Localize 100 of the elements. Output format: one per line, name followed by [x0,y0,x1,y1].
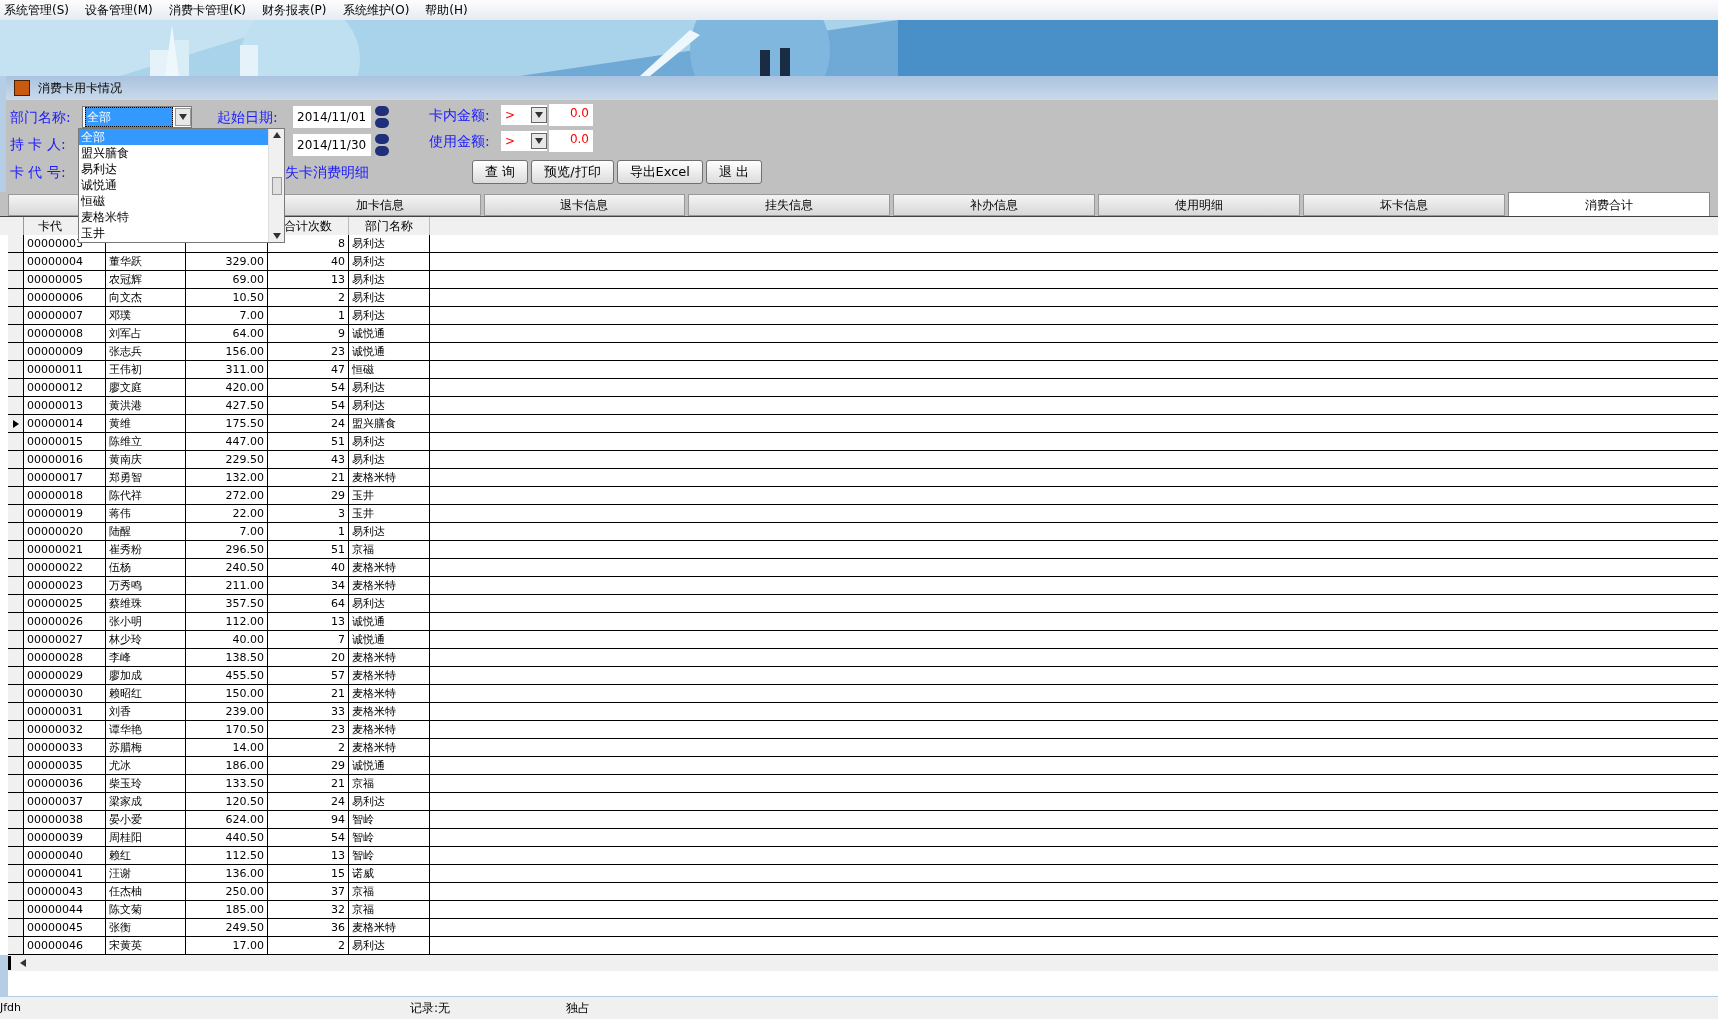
row-indicator[interactable] [8,703,24,720]
row-indicator[interactable] [8,253,24,270]
row-indicator[interactable] [8,271,24,288]
table-cell: 尤冰 [106,757,186,774]
tab[interactable]: 坏卡信息 [1303,194,1506,216]
caret-icon[interactable] [179,114,187,120]
dropdown-option[interactable]: 诚悦通 [79,177,268,193]
table-cell: 00000036 [24,775,106,792]
menu-item[interactable]: 帮助(H) [425,1,468,19]
dropdown-list[interactable]: 全部 盟兴膳食 易利达 诚悦通 恒磁 麦格米特 玉井 [78,128,285,243]
action-button[interactable]: 查 询 [472,160,529,184]
dropdown-option[interactable]: 盟兴膳食 [79,145,268,161]
row-indicator[interactable] [8,559,24,576]
caret-icon[interactable] [535,138,543,144]
horizontal-scrollbar[interactable] [0,955,1718,971]
menu-item[interactable]: 消费卡管理(K) [168,1,246,19]
tab[interactable]: 使用明细 [1098,194,1301,216]
table-cell: 150.00 [186,685,268,702]
row-indicator[interactable] [8,577,24,594]
menu-item[interactable]: 财务报表(P) [261,1,327,19]
row-indicator[interactable] [8,811,24,828]
row-indicator[interactable] [8,595,24,612]
row-indicator[interactable] [8,523,24,540]
row-indicator[interactable] [8,487,24,504]
operator-combo[interactable]: > [501,131,547,151]
table-cell: 29 [268,757,349,774]
link[interactable]: 失卡消费明细 [285,162,369,183]
row-indicator[interactable] [8,739,24,756]
spinner-icon[interactable] [375,134,389,156]
row-indicator[interactable] [8,901,24,918]
operator-combo[interactable]: > [501,105,547,125]
row-indicator[interactable] [8,847,24,864]
table-cell: 34 [268,577,349,594]
row-indicator[interactable] [8,397,24,414]
scroll-left-icon[interactable] [19,959,27,967]
row-indicator[interactable] [8,883,24,900]
tab[interactable]: 挂失信息 [688,194,891,216]
row-indicator[interactable] [8,541,24,558]
caret-icon[interactable] [535,112,543,118]
spinner-icon[interactable] [375,106,389,128]
row-indicator[interactable] [8,649,24,666]
tab[interactable]: 消费合计 [1508,192,1711,216]
dropdown-button[interactable] [175,108,191,126]
menu-item[interactable]: 设备管理(M) [85,1,153,19]
tab[interactable]: 补办信息 [893,194,1096,216]
row-indicator[interactable] [8,361,24,378]
row-indicator[interactable] [8,685,24,702]
row-indicator[interactable] [8,469,24,486]
row-indicator[interactable] [8,343,24,360]
row-indicator[interactable] [8,793,24,810]
table-cell: 玉井 [349,487,430,504]
dropdown-option[interactable]: 易利达 [79,161,268,177]
row-indicator[interactable] [8,829,24,846]
row-indicator[interactable] [8,505,24,522]
tab[interactable]: 退卡信息 [483,194,686,216]
table-cell: 186.00 [186,757,268,774]
row-indicator[interactable] [8,235,24,252]
scroll-down-icon[interactable] [272,233,281,239]
table-cell: 1 [268,523,349,540]
row-indicator[interactable] [8,721,24,738]
table-cell: 64 [268,595,349,612]
row-indicator[interactable] [8,919,24,936]
table-cell: 00000018 [24,487,106,504]
row-indicator[interactable] [8,325,24,342]
row-indicator[interactable] [8,757,24,774]
amount-field[interactable]: 0.0 [549,104,593,126]
dropdown-option[interactable]: 恒磁 [79,193,268,209]
row-indicator[interactable] [8,289,24,306]
table-cell: 00000043 [24,883,106,900]
menu-item[interactable]: 系统维护(O) [342,1,410,19]
row-indicator[interactable] [8,307,24,324]
table-cell: 00000011 [24,361,106,378]
table-cell: 00000007 [24,307,106,324]
row-indicator[interactable] [8,937,24,954]
action-button[interactable]: 预览/打印 [531,160,614,184]
row-indicator[interactable] [8,379,24,396]
row-indicator[interactable] [8,631,24,648]
vertical-scrollbar[interactable] [268,129,284,242]
row-indicator[interactable] [8,451,24,468]
scroll-up-icon[interactable] [272,132,281,138]
table-cell: 诚悦通 [349,613,430,630]
row-indicator[interactable] [8,613,24,630]
action-button[interactable]: 退 出 [705,160,763,184]
action-button[interactable]: 导出Excel [616,160,703,184]
row-indicator[interactable] [8,667,24,684]
date-field[interactable]: 2014/11/30 [293,134,371,156]
menu-item[interactable]: 系统管理(S) [4,1,69,19]
table-cell: 250.00 [186,883,268,900]
amount-field[interactable]: 0.0 [549,130,593,152]
date-field[interactable]: 2014/11/01 [293,106,371,128]
row-indicator[interactable] [8,775,24,792]
table-cell: 23 [268,343,349,360]
table-cell: 00000040 [24,847,106,864]
dropdown-button[interactable] [531,133,547,149]
row-indicator[interactable] [8,433,24,450]
row-indicator[interactable] [8,865,24,882]
dropdown-button[interactable] [531,107,547,123]
table-cell: 37 [268,883,349,900]
row-pointer-icon[interactable] [8,415,24,432]
scrollbar-thumb[interactable] [271,176,282,195]
